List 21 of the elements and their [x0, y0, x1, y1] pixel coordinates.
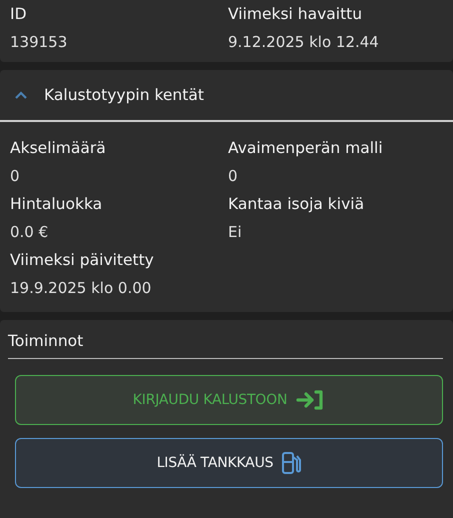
- fuel-pump-icon: [281, 451, 302, 475]
- field-value: Ei: [228, 222, 243, 242]
- field-label: ID: [10, 4, 28, 24]
- field-label: Viimeksi havaittu: [228, 4, 364, 24]
- field-value: 0.0 €: [10, 222, 50, 242]
- field-value: 0: [228, 166, 239, 186]
- field-label: Viimeksi päivitetty: [10, 250, 155, 270]
- login-button[interactable]: KIRJAUDU KALUSTOON: [15, 375, 443, 425]
- login-icon: [295, 389, 326, 411]
- chevron-icon[interactable]: [14, 90, 28, 100]
- field-value: 139153: [10, 32, 68, 52]
- fuel-button[interactable]: LISÄÄ TANKKAUS: [15, 438, 443, 488]
- field-value: 19.9.2025 klo 0.00: [10, 278, 152, 298]
- field-value: 0: [10, 166, 21, 186]
- field-label: Akselimäärä: [10, 138, 107, 158]
- section-title[interactable]: Kalustotyypin kentät: [44, 86, 204, 104]
- field-label: Hintaluokka: [10, 194, 104, 214]
- field-label: Kantaa isoja kiviä: [228, 194, 366, 214]
- field-value: 9.12.2025 klo 12.44: [228, 32, 380, 52]
- field-label: Avaimenperän malli: [228, 138, 384, 158]
- section-title: Toiminnot: [8, 332, 443, 359]
